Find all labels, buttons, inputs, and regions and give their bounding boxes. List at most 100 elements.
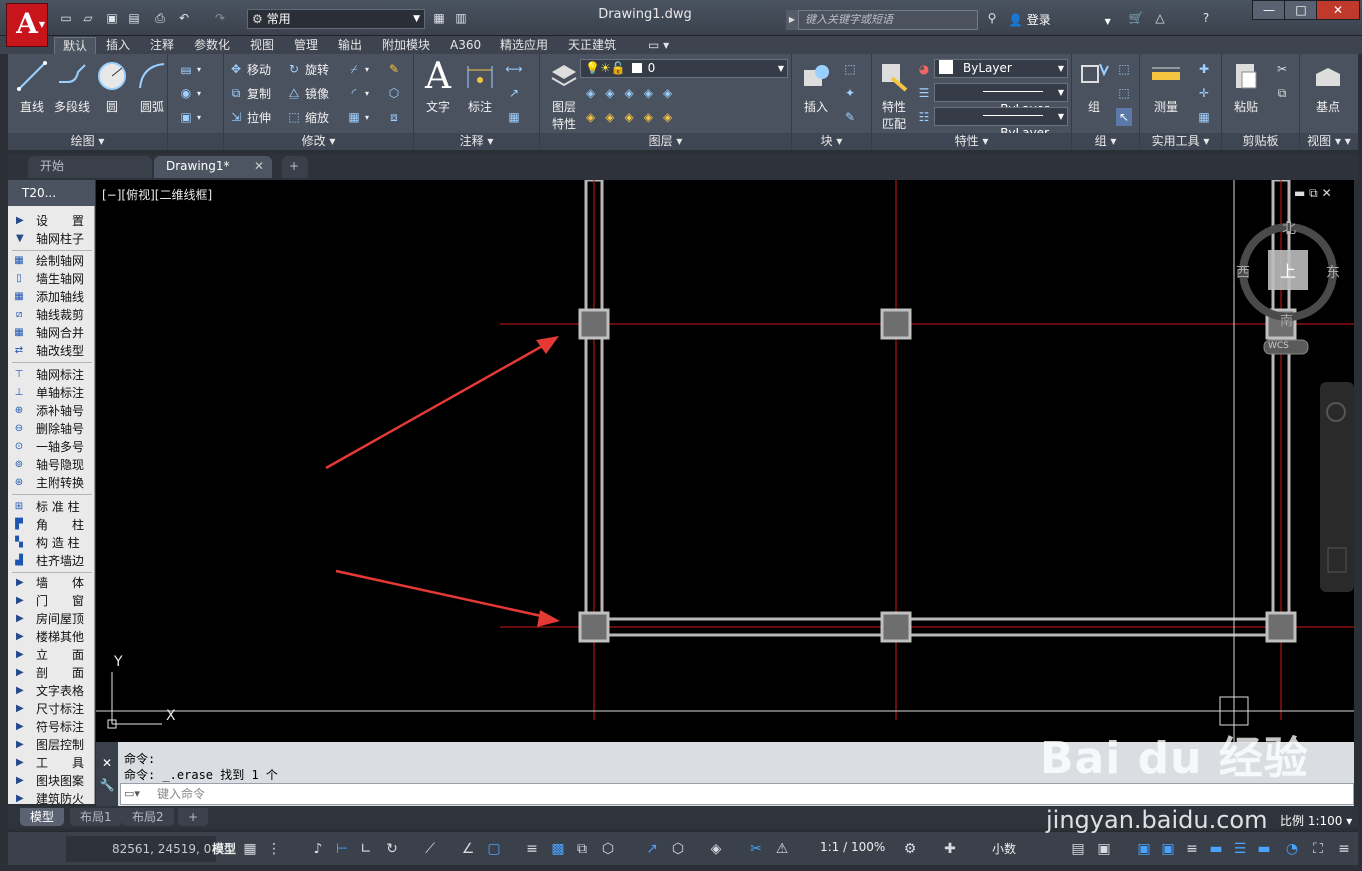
tab-output[interactable]: 输出: [330, 37, 370, 54]
infer-icon[interactable]: ♪: [310, 840, 326, 858]
viewport-controls[interactable]: [−][俯视][二维线框]: [102, 186, 212, 203]
line-button[interactable]: 直线: [10, 58, 54, 115]
command-input[interactable]: 键入命令: [120, 783, 1354, 805]
dynamic-ucs-icon[interactable]: ↗: [644, 840, 660, 858]
close-command-icon[interactable]: ✕: [96, 756, 118, 770]
open-file-icon[interactable]: ▱: [80, 10, 96, 26]
annotation-panel-title[interactable]: 注释 ▾: [414, 133, 539, 150]
tool-item-text-table[interactable]: ▶ 文字表格: [8, 682, 95, 700]
selection-cycling-icon[interactable]: ⧉: [574, 840, 590, 858]
block-panel-title[interactable]: 块 ▾: [792, 133, 871, 150]
tab-tangent-arch[interactable]: 天正建筑: [560, 37, 624, 54]
object-snap-icon[interactable]: ▢: [486, 840, 502, 858]
help-icon[interactable]: ?: [1198, 10, 1214, 26]
offset-button[interactable]: ⧈: [386, 108, 402, 126]
tool-item-add-axis[interactable]: ▦ 添加轴线: [8, 288, 95, 306]
tool-item-axis-dim[interactable]: ⊤ 轴网标注: [8, 366, 95, 384]
viewport-window-controls[interactable]: ▬ ⧉ ✕: [1294, 186, 1332, 201]
group-button[interactable]: 组: [1072, 58, 1116, 115]
mirror-button[interactable]: ⧋ 镜像: [286, 84, 329, 102]
point-icon[interactable]: ✛: [1196, 84, 1212, 102]
calculator-icon[interactable]: ▦: [1196, 108, 1212, 126]
ribbon-toggle-icon[interactable]: ▭ ▾: [640, 37, 677, 54]
tool-item-axis-merge[interactable]: ▦ 轴网合并: [8, 324, 95, 342]
tool-item-axis-trim[interactable]: ⧄ 轴线裁剪: [8, 306, 95, 324]
tab-view[interactable]: 视图: [242, 37, 282, 54]
quick-properties-icon[interactable]: ▤: [1070, 840, 1086, 858]
cut-icon[interactable]: ✂: [1274, 60, 1290, 78]
hardware-accel-icon[interactable]: ▣: [1160, 840, 1176, 858]
tool-item-room-roof[interactable]: ▶ 房间屋顶: [8, 610, 95, 628]
workspace-gear-icon[interactable]: ⚙: [902, 840, 918, 858]
tab-layout2[interactable]: 布局2: [122, 808, 174, 826]
linetype-icon[interactable]: ☰: [916, 84, 932, 102]
tab-addins[interactable]: 附加模块: [374, 37, 438, 54]
undo-icon[interactable]: ↶: [176, 10, 192, 26]
column[interactable]: [880, 611, 912, 643]
fillet-button[interactable]: ◜ ▾: [346, 84, 369, 102]
save-icon[interactable]: ▣: [104, 10, 120, 26]
model-space-toggle[interactable]: 模型: [212, 840, 236, 857]
units-dropdown[interactable]: 小数: [992, 840, 1016, 857]
toggle-icon[interactable]: ▬: [1208, 840, 1224, 858]
modify-panel-title[interactable]: 修改 ▾: [224, 133, 413, 150]
customization-icon[interactable]: ≡: [1336, 840, 1352, 858]
tool-panel-title[interactable]: T20...: [8, 180, 95, 206]
viewcube-north[interactable]: 北: [1282, 218, 1296, 238]
layer-icon[interactable]: ▥: [453, 10, 469, 26]
id-point-icon[interactable]: ✚: [1196, 60, 1212, 78]
tool-item-axis-linetype[interactable]: ⇄ 轴改线型: [8, 342, 95, 360]
search-input[interactable]: 键入关键字或短语: [798, 10, 978, 30]
copy-button[interactable]: ⧉ 复制: [228, 84, 271, 102]
color-dropdown[interactable]: ByLayer ▼: [934, 59, 1068, 78]
viewcube-west[interactable]: 西: [1236, 262, 1250, 282]
navigation-bar[interactable]: [1320, 382, 1354, 592]
copy-clip-icon[interactable]: ⧉: [1274, 84, 1290, 102]
tool-item-draw-axis[interactable]: ▦ 绘制轴网: [8, 252, 95, 270]
a360-icon[interactable]: △: [1152, 10, 1168, 26]
login-button[interactable]: 👤 登录 ▼: [1008, 11, 1111, 28]
viewcube-east[interactable]: 东: [1326, 262, 1340, 282]
tab-parametric[interactable]: 参数化: [186, 37, 238, 54]
annotation-visibility-icon[interactable]: ✂: [748, 840, 764, 858]
tab-default[interactable]: 默认: [54, 37, 97, 54]
app-menu-button[interactable]: A ▼: [6, 3, 48, 47]
dimension-button[interactable]: 标注: [458, 58, 502, 115]
insert-block-button[interactable]: 插入: [794, 58, 838, 115]
table-icon[interactable]: ▦: [506, 108, 522, 126]
base-view-button[interactable]: 基点: [1306, 58, 1350, 115]
isolate-objects-icon[interactable]: ▣: [1136, 840, 1152, 858]
close-button[interactable]: ✕: [1316, 0, 1360, 20]
tab-insert[interactable]: 插入: [98, 37, 138, 54]
scale-button[interactable]: ⬚ 缩放: [286, 108, 329, 126]
tool-item-tools[interactable]: ▶ 工 具: [8, 754, 95, 772]
leader-icon[interactable]: ↗: [506, 84, 522, 102]
array-button[interactable]: ▦ ▾: [346, 108, 369, 126]
coordinates-readout[interactable]: 82561, 24519, 0: [66, 836, 216, 862]
polar-icon[interactable]: ↻: [384, 840, 400, 858]
tab-manage[interactable]: 管理: [286, 37, 326, 54]
column[interactable]: [578, 611, 610, 643]
layer-tools-row1[interactable]: ◈ ◈ ◈ ◈ ◈: [586, 84, 672, 102]
polyline-button[interactable]: 多段线: [50, 58, 94, 115]
move-button[interactable]: ✥ 移动: [228, 60, 271, 78]
tool-item-structural-column[interactable]: ▚ 构 造 柱: [8, 534, 95, 552]
tab-drawing1[interactable]: Drawing1* ✕: [154, 156, 272, 178]
drawing-canvas[interactable]: [96, 180, 1354, 742]
clipboard-panel-title[interactable]: 剪贴板: [1222, 133, 1299, 150]
transparency-icon[interactable]: ▩: [550, 840, 566, 858]
toggle-icon[interactable]: ☰: [1232, 840, 1248, 858]
region-tool[interactable]: ▣ ▾: [178, 108, 201, 126]
layer-tools-row2[interactable]: ◈ ◈ ◈ ◈ ◈: [586, 108, 672, 126]
save-as-icon[interactable]: ▤: [126, 10, 142, 26]
lineweight-icon[interactable]: ☷: [916, 108, 932, 126]
erase-button[interactable]: ✎: [386, 60, 402, 78]
utilities-panel-title[interactable]: 实用工具 ▾: [1140, 133, 1221, 150]
ortho-icon[interactable]: ∟: [358, 840, 374, 858]
layers-panel-title[interactable]: 图层 ▾: [540, 133, 791, 150]
view-panel-title[interactable]: 视图 ▾ ▾: [1300, 133, 1358, 150]
annotation-scale[interactable]: 1:1 / 100%: [820, 840, 885, 854]
tab-annotate[interactable]: 注释: [142, 37, 182, 54]
search-expand-icon[interactable]: ▶: [786, 10, 798, 30]
tab-a360[interactable]: A360: [442, 37, 489, 54]
